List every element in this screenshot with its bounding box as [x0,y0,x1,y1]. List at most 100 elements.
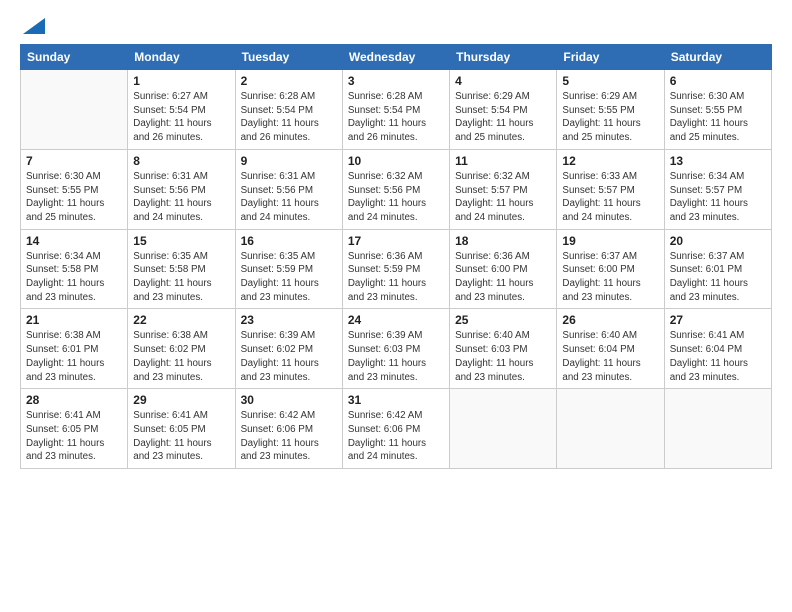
calendar-cell: 4Sunrise: 6:29 AMSunset: 5:54 PMDaylight… [450,70,557,150]
cell-info: Sunrise: 6:34 AMSunset: 5:57 PMDaylight:… [670,170,766,225]
calendar-cell: 26 Sunrise: 6:40 AMSunset: 6:04 PMDayligh… [557,309,664,389]
col-header-monday: Monday [128,45,235,70]
cell-info: Sunrise: 6:37 AMSunset: 6:00 PMDaylight:… [562,250,658,305]
cell-info: Sunrise: 6:36 AMSunset: 6:00 PMDaylight:… [455,250,551,305]
calendar-cell: 18 Sunrise: 6:36 AMSunset: 6:00 PMDayligh… [450,229,557,309]
cell-date: 3 [348,74,444,88]
calendar-cell: 31 Sunrise: 6:42 AMSunset: 6:06 PMDayligh… [342,389,449,469]
calendar-cell: 9 Sunrise: 6:31 AMSunset: 5:56 PMDaylight… [235,149,342,229]
cell-date: 6 [670,74,766,88]
cell-info: Sunrise: 6:38 AMSunset: 6:01 PMDaylight:… [26,329,122,384]
calendar-cell [557,389,664,469]
logo [20,18,45,34]
calendar-header-row: SundayMondayTuesdayWednesdayThursdayFrid… [21,45,772,70]
cell-date: 21 [26,313,122,327]
cell-date: 24 [348,313,444,327]
cell-info: Sunrise: 6:32 AMSunset: 5:56 PMDaylight:… [348,170,444,225]
calendar-cell: 10 Sunrise: 6:32 AMSunset: 5:56 PMDayligh… [342,149,449,229]
cell-info: Sunrise: 6:42 AMSunset: 6:06 PMDaylight:… [348,409,444,464]
calendar-cell: 22 Sunrise: 6:38 AMSunset: 6:02 PMDayligh… [128,309,235,389]
calendar-cell: 24 Sunrise: 6:39 AMSunset: 6:03 PMDayligh… [342,309,449,389]
cell-info: Sunrise: 6:28 AMSunset: 5:54 PMDaylight:… [241,90,337,145]
cell-date: 27 [670,313,766,327]
calendar-cell: 28 Sunrise: 6:41 AMSunset: 6:05 PMDayligh… [21,389,128,469]
col-header-tuesday: Tuesday [235,45,342,70]
cell-info: Sunrise: 6:32 AMSunset: 5:57 PMDaylight:… [455,170,551,225]
calendar-cell: 2 Sunrise: 6:28 AMSunset: 5:54 PMDaylight… [235,70,342,150]
cell-date: 17 [348,234,444,248]
calendar-cell: 27 Sunrise: 6:41 AMSunset: 6:04 PMDayligh… [664,309,771,389]
calendar-week-5: 28 Sunrise: 6:41 AMSunset: 6:05 PMDayligh… [21,389,772,469]
cell-info: Sunrise: 6:41 AMSunset: 6:05 PMDaylight:… [133,409,229,464]
calendar-cell: 11Sunrise: 6:32 AMSunset: 5:57 PMDayligh… [450,149,557,229]
logo-icon [23,18,45,34]
cell-date: 26 [562,313,658,327]
calendar-cell: 15Sunrise: 6:35 AMSunset: 5:58 PMDayligh… [128,229,235,309]
cell-date: 10 [348,154,444,168]
calendar-cell: 8 Sunrise: 6:31 AMSunset: 5:56 PMDaylight… [128,149,235,229]
page: SundayMondayTuesdayWednesdayThursdayFrid… [0,0,792,612]
cell-date: 23 [241,313,337,327]
cell-info: Sunrise: 6:31 AMSunset: 5:56 PMDaylight:… [133,170,229,225]
cell-date: 31 [348,393,444,407]
calendar-cell: 13 Sunrise: 6:34 AMSunset: 5:57 PMDayligh… [664,149,771,229]
calendar-week-1: 1 Sunrise: 6:27 AMSunset: 5:54 PMDaylight… [21,70,772,150]
cell-date: 18 [455,234,551,248]
calendar-cell: 1 Sunrise: 6:27 AMSunset: 5:54 PMDaylight… [128,70,235,150]
calendar-cell: 12 Sunrise: 6:33 AMSunset: 5:57 PMDayligh… [557,149,664,229]
cell-info: Sunrise: 6:39 AMSunset: 6:02 PMDaylight:… [241,329,337,384]
cell-info: Sunrise: 6:35 AMSunset: 5:58 PMDaylight:… [133,250,229,305]
calendar-cell [450,389,557,469]
cell-date: 14 [26,234,122,248]
cell-info: Sunrise: 6:39 AMSunset: 6:03 PMDaylight:… [348,329,444,384]
cell-date: 1 [133,74,229,88]
cell-date: 5 [562,74,658,88]
cell-info: Sunrise: 6:40 AMSunset: 6:04 PMDaylight:… [562,329,658,384]
calendar-week-2: 7 Sunrise: 6:30 AMSunset: 5:55 PMDaylight… [21,149,772,229]
cell-date: 19 [562,234,658,248]
cell-date: 7 [26,154,122,168]
cell-date: 9 [241,154,337,168]
calendar-cell: 21 Sunrise: 6:38 AMSunset: 6:01 PMDayligh… [21,309,128,389]
cell-info: Sunrise: 6:41 AMSunset: 6:05 PMDaylight:… [26,409,122,464]
cell-date: 22 [133,313,229,327]
col-header-thursday: Thursday [450,45,557,70]
col-header-wednesday: Wednesday [342,45,449,70]
cell-date: 12 [562,154,658,168]
col-header-saturday: Saturday [664,45,771,70]
cell-date: 20 [670,234,766,248]
cell-info: Sunrise: 6:41 AMSunset: 6:04 PMDaylight:… [670,329,766,384]
cell-info: Sunrise: 6:27 AMSunset: 5:54 PMDaylight:… [133,90,229,145]
cell-date: 2 [241,74,337,88]
calendar-cell [21,70,128,150]
cell-info: Sunrise: 6:34 AMSunset: 5:58 PMDaylight:… [26,250,122,305]
cell-date: 16 [241,234,337,248]
calendar-cell: 7 Sunrise: 6:30 AMSunset: 5:55 PMDaylight… [21,149,128,229]
calendar-cell: 19 Sunrise: 6:37 AMSunset: 6:00 PMDayligh… [557,229,664,309]
calendar-cell: 6Sunrise: 6:30 AMSunset: 5:55 PMDaylight… [664,70,771,150]
cell-date: 29 [133,393,229,407]
cell-date: 4 [455,74,551,88]
calendar-cell: 14 Sunrise: 6:34 AMSunset: 5:58 PMDayligh… [21,229,128,309]
cell-info: Sunrise: 6:28 AMSunset: 5:54 PMDaylight:… [348,90,444,145]
cell-info: Sunrise: 6:30 AMSunset: 5:55 PMDaylight:… [26,170,122,225]
cell-date: 8 [133,154,229,168]
cell-info: Sunrise: 6:31 AMSunset: 5:56 PMDaylight:… [241,170,337,225]
cell-info: Sunrise: 6:37 AMSunset: 6:01 PMDaylight:… [670,250,766,305]
calendar-cell [664,389,771,469]
col-header-friday: Friday [557,45,664,70]
cell-info: Sunrise: 6:35 AMSunset: 5:59 PMDaylight:… [241,250,337,305]
col-header-sunday: Sunday [21,45,128,70]
calendar-cell: 29 Sunrise: 6:41 AMSunset: 6:05 PMDayligh… [128,389,235,469]
calendar-cell: 17 Sunrise: 6:36 AMSunset: 5:59 PMDayligh… [342,229,449,309]
cell-date: 30 [241,393,337,407]
calendar-week-4: 21 Sunrise: 6:38 AMSunset: 6:01 PMDayligh… [21,309,772,389]
cell-info: Sunrise: 6:36 AMSunset: 5:59 PMDaylight:… [348,250,444,305]
header [20,18,772,34]
cell-info: Sunrise: 6:38 AMSunset: 6:02 PMDaylight:… [133,329,229,384]
cell-date: 13 [670,154,766,168]
cell-date: 28 [26,393,122,407]
cell-info: Sunrise: 6:33 AMSunset: 5:57 PMDaylight:… [562,170,658,225]
calendar-cell: 25Sunrise: 6:40 AMSunset: 6:03 PMDayligh… [450,309,557,389]
calendar-cell: 3 Sunrise: 6:28 AMSunset: 5:54 PMDaylight… [342,70,449,150]
